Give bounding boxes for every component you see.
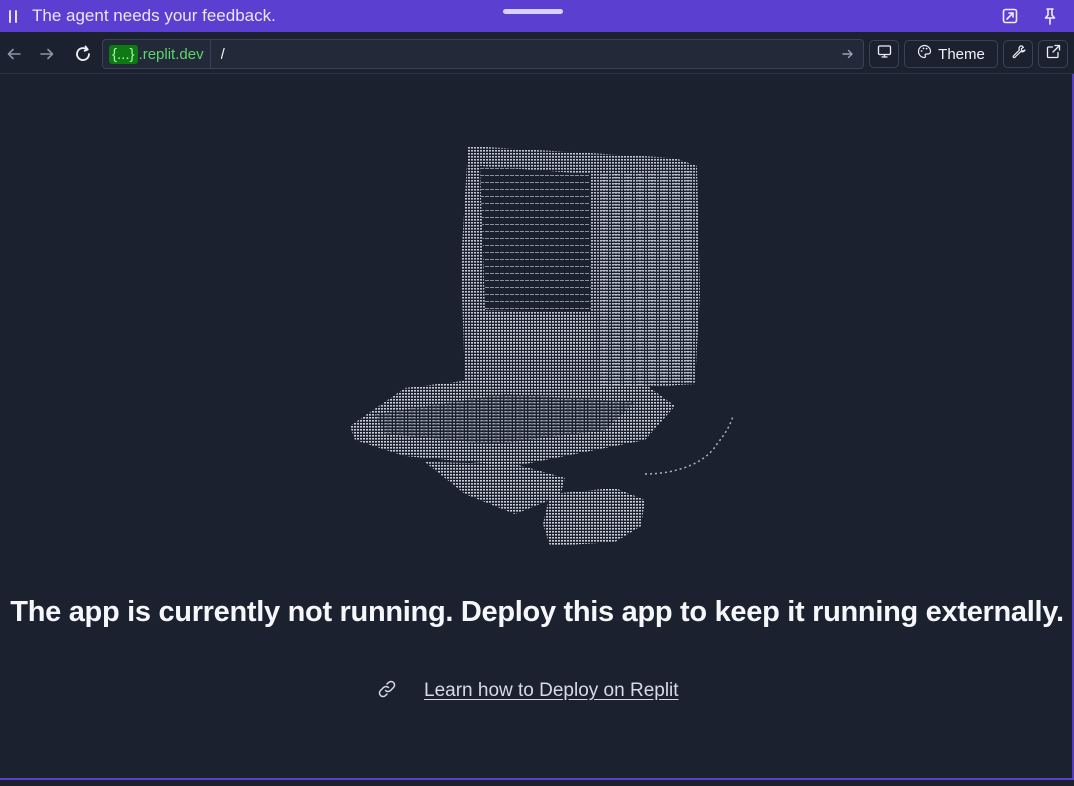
agent-feedback-banner[interactable]: The agent needs your feedback. (0, 0, 1074, 32)
theme-button[interactable]: Theme (904, 40, 998, 68)
link-icon (376, 678, 398, 705)
path-input[interactable] (210, 40, 833, 68)
drag-handle[interactable] (503, 9, 563, 14)
wrench-icon (1011, 44, 1026, 64)
expand-icon[interactable] (997, 3, 1023, 29)
forward-arrow-icon[interactable] (34, 41, 60, 67)
go-arrow-icon[interactable] (833, 40, 863, 68)
webview-toolbar: {...} .replit.dev Theme (0, 32, 1074, 74)
theme-label: Theme (938, 45, 985, 63)
devices-icon (877, 44, 892, 64)
external-link-icon (1046, 44, 1061, 64)
devices-button[interactable] (869, 40, 899, 68)
pin-icon[interactable] (1037, 3, 1063, 29)
learn-deploy-link[interactable]: Learn how to Deploy on Replit (424, 680, 679, 702)
palette-icon (917, 44, 932, 64)
drag-grip-icon[interactable] (0, 0, 26, 32)
reload-icon[interactable] (70, 41, 96, 67)
host-tag: {...} (109, 44, 138, 64)
url-bar[interactable]: {...} .replit.dev (102, 39, 864, 69)
app-not-running-headline: The app is currently not running. Deploy… (10, 596, 1064, 628)
open-external-button[interactable] (1038, 40, 1068, 68)
panel-bottom-border (0, 778, 1074, 780)
tools-button[interactable] (1003, 40, 1033, 68)
host-domain: .replit.dev (138, 45, 204, 63)
ascii-art-image (345, 144, 740, 552)
deploy-help-link[interactable]: Learn how to Deploy on Replit (376, 678, 679, 704)
back-arrow-icon[interactable] (1, 41, 27, 67)
feedback-message[interactable]: The agent needs your feedback. (32, 6, 276, 26)
dev-host[interactable]: {...} .replit.dev (103, 40, 211, 68)
